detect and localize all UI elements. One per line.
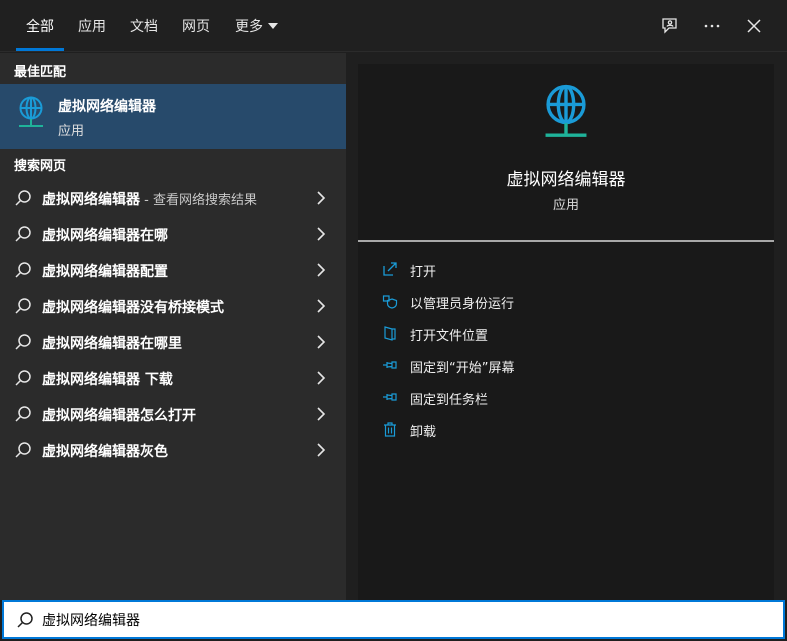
action-label: 卸载 — [410, 425, 437, 440]
tab-more[interactable]: 更多 — [235, 0, 278, 52]
web-search-item[interactable]: 虚拟网络编辑器配置 — [0, 252, 346, 288]
tab-documents[interactable]: 文档 — [130, 0, 158, 52]
detail-title: 虚拟网络编辑器 — [506, 170, 626, 190]
web-search-item[interactable]: 虚拟网络编辑器 - 查看网络搜索结果 — [0, 180, 346, 216]
query-suffix: - 查看网络搜索结果 — [140, 193, 257, 208]
best-match-name: 虚拟网络编辑器 — [58, 99, 156, 115]
tab-apps[interactable]: 应用 — [78, 0, 106, 52]
chevron-right-icon — [317, 191, 326, 205]
shield-icon — [382, 295, 398, 309]
action-label: 固定到“开始”屏幕 — [410, 361, 515, 376]
detail-panel: 虚拟网络编辑器 应用 打开 以管理员身份运行 打开文件位置 固定到“开始”屏幕 … — [358, 64, 774, 600]
chevron-right-icon — [317, 263, 326, 277]
tab-label: 更多 — [235, 19, 263, 35]
tab-all[interactable]: 全部 — [16, 0, 64, 52]
search-box[interactable] — [2, 600, 785, 639]
best-match-heading: 最佳匹配 — [14, 65, 67, 80]
chevron-right-icon — [317, 299, 326, 313]
chevron-right-icon — [317, 443, 326, 457]
web-search-text: 虚拟网络编辑器没有桥接模式 — [42, 300, 224, 316]
web-search-text: 虚拟网络编辑器怎么打开 — [42, 408, 196, 424]
web-search-item[interactable]: 虚拟网络编辑器在哪里 — [0, 324, 346, 360]
web-search-heading: 搜索网页 — [14, 159, 67, 174]
filter-tab-bar: 全部 应用 文档 网页 更多 — [0, 0, 787, 52]
action-open-file-location[interactable]: 打开文件位置 — [358, 320, 774, 348]
globe-icon — [19, 96, 43, 127]
tab-web[interactable]: 网页 — [182, 0, 210, 52]
tab-label: 文档 — [130, 19, 158, 35]
action-pin-to-start[interactable]: 固定到“开始”屏幕 — [358, 352, 774, 380]
tab-label: 全部 — [26, 19, 54, 35]
search-icon — [15, 190, 31, 206]
web-search-text: 虚拟网络编辑器在哪里 — [42, 336, 182, 352]
action-label: 打开 — [410, 265, 437, 280]
search-icon — [15, 262, 31, 278]
trash-icon — [384, 422, 396, 437]
search-input[interactable] — [42, 608, 742, 632]
action-label: 以管理员身份运行 — [410, 297, 515, 312]
search-icon — [15, 442, 31, 458]
web-search-item[interactable]: 虚拟网络编辑器灰色 — [0, 432, 346, 468]
web-search-text: 虚拟网络编辑器灰色 — [42, 444, 168, 460]
best-match-item[interactable]: 虚拟网络编辑器 应用 — [0, 84, 346, 149]
pin-icon — [383, 361, 397, 369]
search-icon — [17, 612, 33, 628]
action-uninstall[interactable]: 卸载 — [358, 416, 774, 444]
web-search-text: 虚拟网络编辑器 - 查看网络搜索结果 — [42, 189, 257, 209]
divider — [358, 240, 774, 242]
web-search-text: 虚拟网络编辑器配置 — [42, 264, 168, 280]
chevron-right-icon — [317, 335, 326, 349]
chevron-down-icon — [268, 23, 278, 29]
action-label: 固定到任务栏 — [410, 393, 489, 408]
tab-label: 应用 — [78, 19, 106, 35]
chevron-right-icon — [317, 227, 326, 241]
web-search-text: 虚拟网络编辑器在哪 — [42, 228, 168, 244]
web-search-text: 虚拟网络编辑器 下载 — [42, 372, 173, 388]
pin-icon — [383, 393, 397, 401]
action-open[interactable]: 打开 — [358, 256, 774, 284]
search-icon — [15, 298, 31, 314]
web-search-item[interactable]: 虚拟网络编辑器怎么打开 — [0, 396, 346, 432]
web-search-item[interactable]: 虚拟网络编辑器在哪 — [0, 216, 346, 252]
web-search-item[interactable]: 虚拟网络编辑器 下载 — [0, 360, 346, 396]
more-options-icon[interactable] — [698, 12, 726, 40]
globe-icon — [545, 84, 587, 137]
file-location-icon — [384, 326, 396, 341]
detail-subtitle: 应用 — [552, 198, 579, 213]
query-text: 虚拟网络编辑器 — [42, 192, 140, 208]
results-panel: 最佳匹配 虚拟网络编辑器 应用 搜索网页 虚拟网络编辑器 - 查看网络搜索结果 … — [0, 53, 346, 600]
open-icon — [383, 262, 397, 276]
search-icon — [15, 226, 31, 242]
feedback-icon[interactable] — [656, 12, 684, 40]
search-icon — [15, 334, 31, 350]
action-label: 打开文件位置 — [410, 329, 489, 344]
web-search-item[interactable]: 虚拟网络编辑器没有桥接模式 — [0, 288, 346, 324]
chevron-right-icon — [317, 407, 326, 421]
scrollbar-track — [774, 53, 787, 600]
best-match-type: 应用 — [58, 124, 85, 139]
action-run-as-admin[interactable]: 以管理员身份运行 — [358, 288, 774, 316]
tab-label: 网页 — [182, 19, 210, 35]
search-icon — [15, 370, 31, 386]
chevron-right-icon — [317, 371, 326, 385]
search-icon — [15, 406, 31, 422]
close-icon[interactable] — [740, 12, 768, 40]
action-pin-to-taskbar[interactable]: 固定到任务栏 — [358, 384, 774, 412]
